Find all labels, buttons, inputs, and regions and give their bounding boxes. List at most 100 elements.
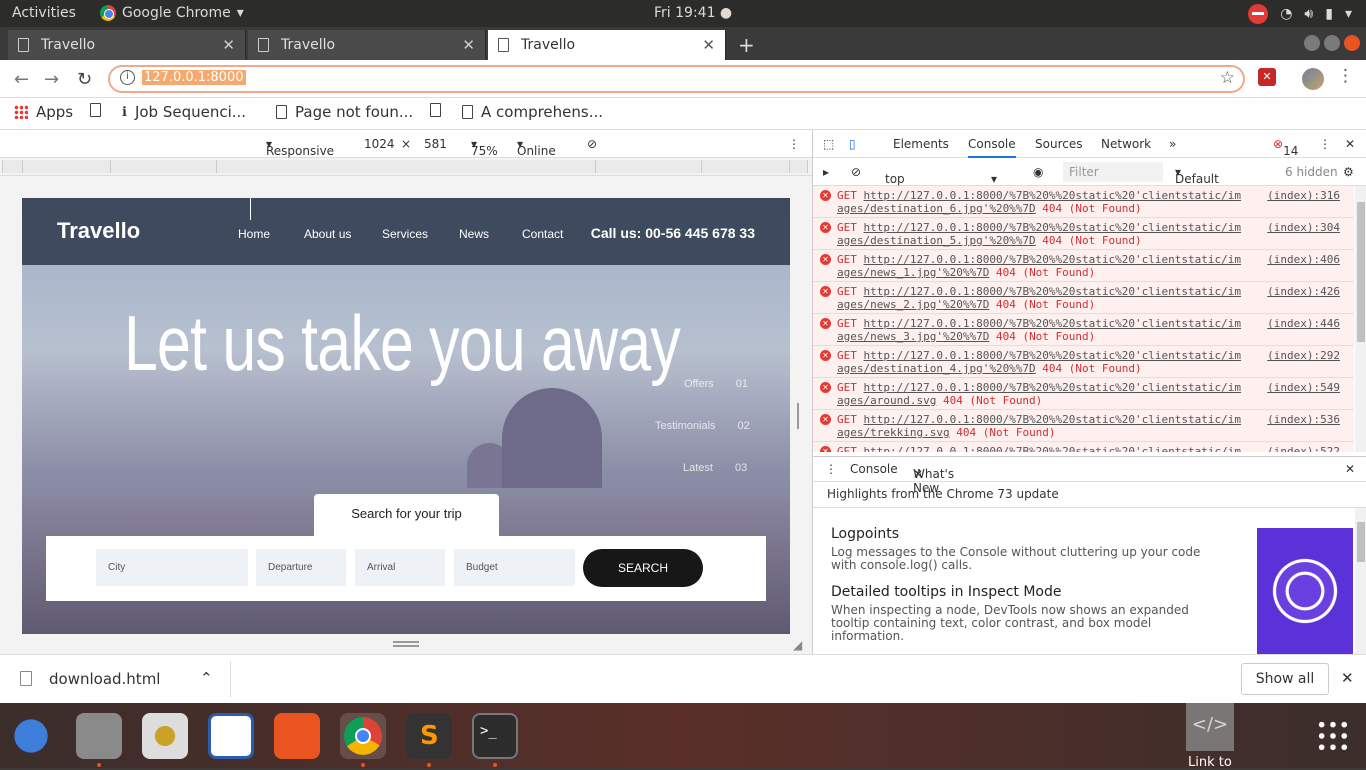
nav-contact[interactable]: Contact: [522, 227, 563, 241]
thunderbird-icon[interactable]: [8, 713, 54, 759]
console-error-row[interactable]: ✕ GET http://127.0.0.1:8000/%7B%20%%20sta…: [813, 186, 1354, 218]
network-select[interactable]: Online ▾: [517, 137, 556, 158]
console-error-row[interactable]: ✕ GET http://127.0.0.1:8000/%7B%20%%20sta…: [813, 442, 1354, 452]
nav-about[interactable]: About us: [304, 227, 351, 241]
search-tab[interactable]: Search for your trip: [314, 494, 499, 536]
bookmark-apps[interactable]: Apps: [14, 103, 73, 121]
tab-elements[interactable]: Elements: [893, 137, 949, 151]
chrome-dock-icon[interactable]: [340, 713, 386, 759]
maximize-button[interactable]: [1324, 35, 1340, 51]
close-icon[interactable]: ✕: [462, 36, 475, 54]
right-resize-handle[interactable]: [797, 403, 801, 429]
log-url-cont[interactable]: ages/destination_5.jpg'%20%%7D: [837, 234, 1036, 247]
clear-console-icon[interactable]: ⊘: [851, 165, 861, 179]
writer-icon[interactable]: [208, 713, 254, 759]
download-filename[interactable]: download.html: [49, 670, 160, 688]
close-icon[interactable]: ✕: [1341, 669, 1354, 687]
nav-services[interactable]: Services: [382, 227, 428, 241]
close-icon[interactable]: ✕: [913, 467, 923, 481]
close-icon[interactable]: ✕: [222, 36, 235, 54]
minimize-button[interactable]: [1304, 35, 1320, 51]
bookmark-page-not-found[interactable]: Page not foun...: [276, 103, 413, 121]
app-menu[interactable]: Google Chrome ▾: [100, 5, 244, 21]
log-source-link[interactable]: (index):426: [1267, 285, 1340, 298]
files-icon[interactable]: [76, 713, 122, 759]
avatar[interactable]: [1302, 68, 1324, 90]
log-url[interactable]: http://127.0.0.1:8000/%7B%20%%20static%2…: [864, 253, 1242, 266]
ruler-segment[interactable]: [216, 160, 596, 173]
show-all-button[interactable]: Show all: [1241, 663, 1329, 695]
log-url[interactable]: http://127.0.0.1:8000/%7B%20%%20static%2…: [864, 221, 1242, 234]
close-window-button[interactable]: [1344, 35, 1360, 51]
log-url[interactable]: http://127.0.0.1:8000/%7B%20%%20static%2…: [864, 285, 1242, 298]
sublime-icon[interactable]: S: [406, 713, 452, 759]
zoom-select[interactable]: 75% ▾: [471, 137, 498, 158]
log-url[interactable]: http://127.0.0.1:8000/%7B%20%%20static%2…: [864, 189, 1242, 202]
side-nav-latest[interactable]: Latest 03: [683, 462, 747, 474]
console-error-row[interactable]: ✕ GET http://127.0.0.1:8000/%7B%20%%20sta…: [813, 378, 1354, 410]
sidebar-toggle-icon[interactable]: ▸: [823, 165, 829, 179]
software-center-icon[interactable]: [274, 713, 320, 759]
log-url-cont[interactable]: ages/news_3.jpg'%20%%7D: [837, 330, 989, 343]
terminal-icon[interactable]: >_: [472, 713, 518, 759]
feature-title[interactable]: Logpoints: [831, 526, 899, 542]
tab-3-active[interactable]: Travello ✕: [488, 30, 726, 60]
width-input[interactable]: 1024: [364, 137, 395, 151]
log-url-cont[interactable]: ages/news_2.jpg'%20%%7D: [837, 298, 989, 311]
extension-shield-icon[interactable]: ✕: [1258, 68, 1276, 86]
log-url-cont[interactable]: ages/destination_6.jpg'%20%%7D: [837, 202, 1036, 215]
link-to-icon[interactable]: </>: [1186, 703, 1234, 751]
chrome-menu-icon[interactable]: ⋮: [1337, 66, 1354, 86]
console-error-row[interactable]: ✕ GET http://127.0.0.1:8000/%7B%20%%20sta…: [813, 346, 1354, 378]
live-expression-icon[interactable]: ◉: [1033, 165, 1043, 179]
more-options-icon[interactable]: ⋮: [788, 137, 800, 151]
side-nav-testimonials[interactable]: Testimonials 02: [655, 420, 750, 432]
more-tabs-icon[interactable]: »: [1169, 137, 1176, 151]
log-url[interactable]: http://127.0.0.1:8000/%7B%20%%20static%2…: [864, 413, 1242, 426]
bottom-resize-handle[interactable]: [393, 641, 419, 647]
url-text[interactable]: 127.0.0.1:8000: [142, 70, 246, 85]
console-error-row[interactable]: ✕ GET http://127.0.0.1:8000/%7B%20%%20sta…: [813, 314, 1354, 346]
settings-gear-icon[interactable]: ⚙: [1343, 165, 1354, 179]
search-button[interactable]: SEARCH: [583, 549, 703, 587]
rhythmbox-icon[interactable]: [142, 713, 188, 759]
bookmark-star-icon[interactable]: ☆: [1220, 68, 1235, 88]
log-source-link[interactable]: (index):522: [1267, 445, 1340, 452]
tab-console[interactable]: Console: [968, 137, 1016, 158]
tab-1[interactable]: Travello ✕: [8, 30, 246, 60]
log-source-link[interactable]: (index):316: [1267, 189, 1340, 202]
arrival-field[interactable]: Arrival: [355, 549, 445, 586]
whats-new-scrollbar[interactable]: [1355, 508, 1366, 654]
console-error-row[interactable]: ✕ GET http://127.0.0.1:8000/%7B%20%%20sta…: [813, 250, 1354, 282]
close-drawer-icon[interactable]: ✕: [1345, 462, 1355, 476]
city-field[interactable]: City: [96, 549, 248, 586]
corner-resize-icon[interactable]: ◢: [793, 638, 802, 652]
nav-home[interactable]: Home: [238, 227, 270, 241]
log-source-link[interactable]: (index):292: [1267, 349, 1340, 362]
nav-news[interactable]: News: [459, 227, 489, 241]
drawer-menu-icon[interactable]: ⋮: [825, 462, 837, 476]
log-source-link[interactable]: (index):406: [1267, 253, 1340, 266]
forward-icon[interactable]: →: [44, 69, 59, 90]
system-tray[interactable]: ◔ 🔊︎ ▮ ▾: [1248, 4, 1352, 24]
bookmark-blank-2[interactable]: [430, 103, 441, 117]
bookmark-comprehensive[interactable]: A comprehens...: [462, 103, 603, 121]
bookmark-blank[interactable]: [90, 103, 101, 117]
devtools-menu-icon[interactable]: ⋮: [1319, 137, 1331, 151]
address-bar[interactable]: i 127.0.0.1:8000 ☆: [108, 65, 1245, 93]
tab-2[interactable]: Travello ✕: [248, 30, 486, 60]
log-url[interactable]: http://127.0.0.1:8000/%7B%20%%20static%2…: [864, 317, 1242, 330]
close-devtools-icon[interactable]: ✕: [1345, 137, 1355, 151]
rotate-icon[interactable]: ⊘: [587, 137, 597, 151]
log-source-link[interactable]: (index):446: [1267, 317, 1340, 330]
close-icon[interactable]: ✕: [702, 36, 715, 54]
log-source-link[interactable]: (index):304: [1267, 221, 1340, 234]
height-input[interactable]: 581: [424, 137, 447, 151]
back-icon[interactable]: ←: [14, 69, 29, 90]
feature-title[interactable]: Detailed tooltips in Inspect Mode: [831, 584, 1062, 600]
site-logo[interactable]: Travello: [57, 218, 140, 244]
log-url[interactable]: http://127.0.0.1:8000/%7B%20%%20static%2…: [864, 381, 1242, 394]
chevron-up-icon[interactable]: ⌃: [200, 669, 213, 687]
drawer-tab-console[interactable]: Console: [850, 462, 898, 476]
device-mode-select[interactable]: Responsive ▾: [266, 137, 334, 158]
